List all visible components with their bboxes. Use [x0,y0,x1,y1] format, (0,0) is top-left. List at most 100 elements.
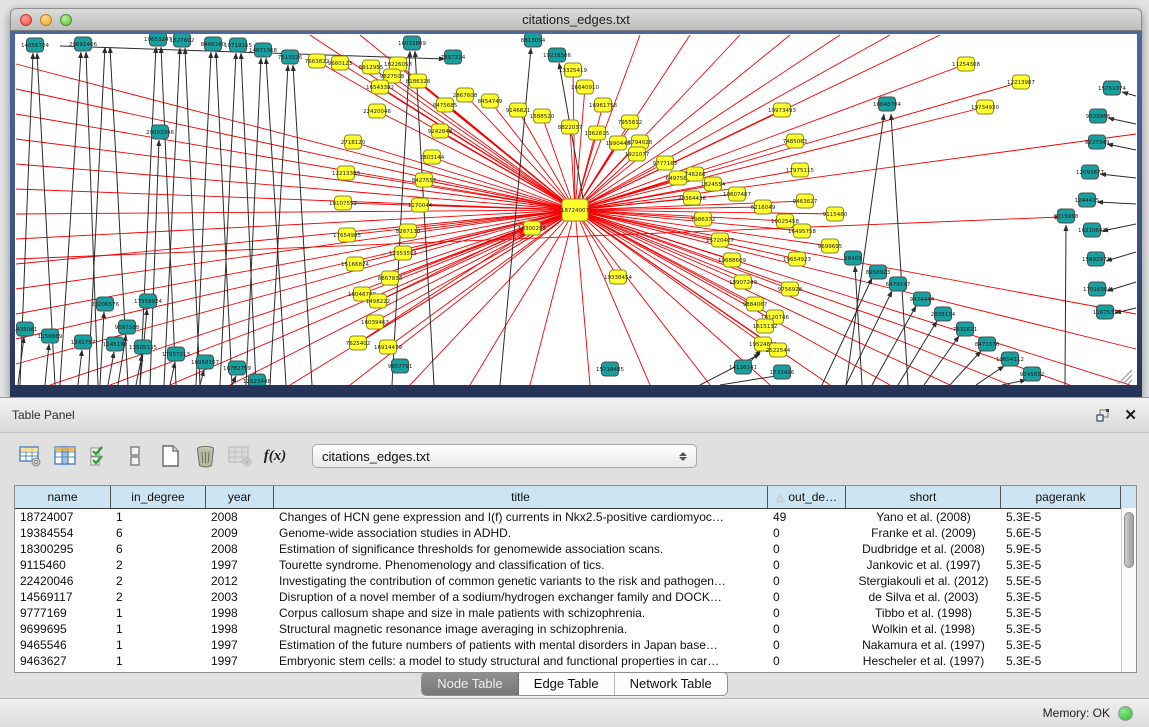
graph-node[interactable]: 9146821 [506,103,531,117]
graph-node[interactable]: 7625402 [346,336,371,350]
table-row[interactable]: 977716911998Corpus callosum shape and si… [15,605,1136,621]
graph-node[interactable]: 17975115 [786,163,814,177]
graph-node[interactable]: 17654985 [333,228,361,242]
graph-node[interactable]: 9756928 [778,282,803,296]
graph-node[interactable]: 7857224 [441,50,466,64]
window-titlebar[interactable]: citations_edges.txt [10,8,1142,31]
graph-node[interactable]: 19338454 [604,270,632,284]
graph-node[interactable]: 18724007 [561,199,589,221]
graph-node[interactable]: 8186328 [406,74,431,88]
graph-node[interactable]: 17957213 [162,347,190,361]
table-row[interactable]: 1830029562008Estimation of significance … [15,541,1136,557]
graph-node[interactable]: 9699695 [818,239,843,253]
graph-node[interactable]: 14055724 [21,38,49,52]
graph-node[interactable]: 7986372 [691,212,716,226]
graph-node[interactable]: 8822037 [558,120,583,134]
graph-node[interactable]: 19218586 [543,48,571,62]
graph-node[interactable]: 2803144 [420,150,445,164]
graph-node[interactable]: 9474444 [910,292,935,306]
graph-node[interactable]: 1156869 [38,329,63,343]
tab-node-table[interactable]: Node Table [422,673,519,695]
graph-node[interactable]: 12823448 [243,374,271,385]
graph-node[interactable]: 12213383 [332,166,360,180]
table-row[interactable]: 1456911722003Disruption of a novel membe… [15,589,1136,605]
graph-node[interactable]: 1733426 [770,365,795,379]
column-header[interactable]: year [206,486,274,508]
graph-node[interactable]: 16210643 [1078,223,1106,237]
graph-node[interactable]: 12353554 [389,246,417,260]
minimize-window-icon[interactable] [40,14,52,26]
table-row[interactable]: 969969511998Structural magnetic resonanc… [15,621,1136,637]
graph-node[interactable]: 9329966 [1086,109,1111,123]
graph-node[interactable]: 15166824 [341,257,369,271]
graph-node[interactable]: 11254308 [952,57,980,71]
column-header[interactable]: pagerank [1001,486,1121,508]
graph-node[interactable]: 8215958 [1054,209,1079,223]
graph-node[interactable]: 8958923 [866,265,891,279]
graph-node[interactable]: 9857791 [388,359,413,373]
graph-node[interactable]: 746266 [685,167,706,181]
graph-node[interactable]: 19654923 [783,252,811,266]
graph-node[interactable]: 18907249 [729,275,757,289]
float-panel-icon[interactable] [1096,409,1110,422]
graph-node[interactable]: 8427552 [412,173,437,187]
function-builder-icon[interactable]: f(x) [263,444,287,468]
graph-node[interactable]: 9097588 [115,320,140,334]
graph-node[interactable]: 1498222 [366,294,391,308]
tab-edge-table[interactable]: Edge Table [519,673,615,695]
show-column-icon[interactable] [53,444,77,468]
graph-node[interactable]: 9115460 [823,207,848,221]
graph-node[interactable]: 10654112 [996,352,1024,366]
resize-grip-icon[interactable] [1118,370,1132,384]
table-chooser-dropdown[interactable]: citations_edges.txt [312,444,697,468]
graph-node[interactable]: 9884067 [743,297,768,311]
graph-node[interactable]: 16409 [844,251,862,265]
graph-node[interactable]: 8813054 [521,34,546,47]
graph-node[interactable]: 19734930 [971,100,999,114]
table-row[interactable]: 2242004622012Investigating the contribut… [15,573,1136,589]
graph-node[interactable]: 7632621 [953,322,978,336]
graph-node[interactable]: 15892971 [1082,252,1110,266]
graph-node[interactable]: 2718120 [341,135,366,149]
new-table-icon[interactable] [158,444,182,468]
table-row[interactable]: 946362711997Embryonic stem cells: a mode… [15,653,1136,669]
graph-node[interactable]: 2867608 [453,88,478,102]
graph-node[interactable]: 1527602 [170,34,195,47]
graph-node[interactable]: 8912955 [359,60,384,74]
graph-node[interactable]: 7663822 [305,54,330,68]
graph-node[interactable]: 8267130 [396,224,421,238]
graph-node[interactable]: 8867834 [378,271,403,285]
graph-node[interactable]: 8454749 [478,94,503,108]
graph-node[interactable]: 9777163 [653,156,678,170]
graph-node[interactable]: 17016504 [1083,282,1111,296]
delete-icon[interactable] [193,444,217,468]
zoom-window-icon[interactable] [60,14,72,26]
column-header[interactable]: name [15,486,111,508]
table-row[interactable]: 911546021997Tourette syndrome. Phenomeno… [15,557,1136,573]
graph-node[interactable]: 16961758 [589,98,617,112]
graph-node[interactable]: 16033809 [398,36,426,50]
graph-node[interactable]: 7955812 [618,115,643,129]
graph-node[interactable]: 1170044 [408,198,433,212]
graph-node[interactable]: 15751074 [1098,81,1126,95]
graph-node[interactable]: 9463627 [793,194,818,208]
graph-node[interactable]: 1362615 [585,126,610,140]
graph-node[interactable]: 12093877 [1076,165,1104,179]
graph-node[interactable]: 16914479 [374,340,402,354]
graph-node[interactable]: 2522544 [766,343,791,357]
graph-node[interactable]: 1167533 [1093,305,1118,319]
graph-node[interactable]: 1615132 [753,319,778,333]
table-row[interactable]: 1938455462009Genome-wide association stu… [15,525,1136,541]
table-mode-icon[interactable] [18,444,42,468]
graph-node[interactable]: 16648784 [873,97,901,111]
scrollbar-thumb[interactable] [1124,512,1134,568]
close-panel-icon[interactable]: ✕ [1124,408,1137,423]
graph-node[interactable]: 9660123 [328,56,353,70]
delete-table-icon[interactable] [228,444,252,468]
graph-node[interactable]: 13325419 [559,63,587,77]
tab-network-table[interactable]: Network Table [615,673,727,695]
graph-node[interactable]: 10688609 [718,253,746,267]
graph-node[interactable]: 7485063 [783,134,808,148]
graph-node[interactable]: 1244415 [1075,193,1100,207]
graph-node[interactable]: 20691406 [69,37,97,51]
